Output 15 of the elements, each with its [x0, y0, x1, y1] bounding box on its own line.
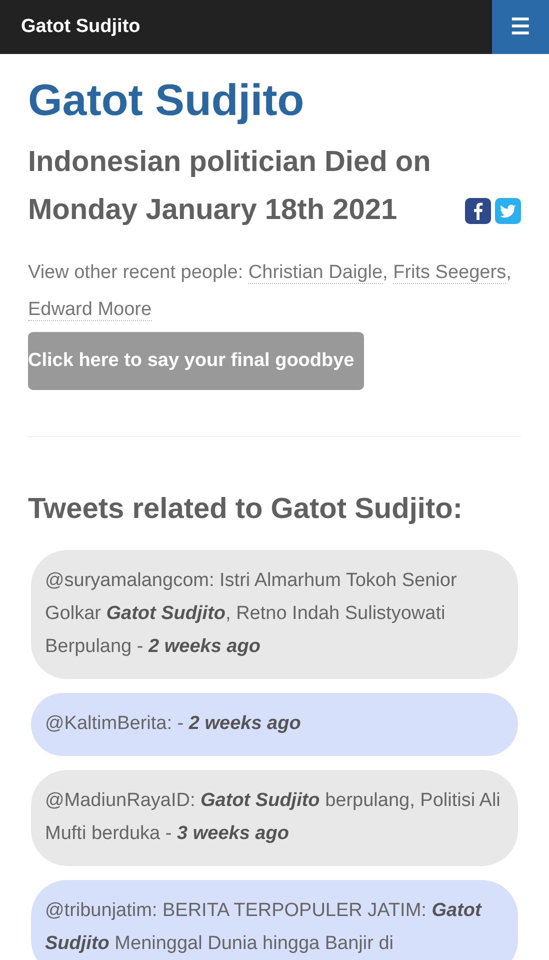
goodbye-button[interactable]: Click here to say your final goodbye — [28, 332, 364, 390]
subtitle: Indonesian politician Died on Monday January 18th 2021 — [28, 145, 432, 228]
tweet-text: @MadiunRayaID: Gatot Sudjito berpulang, Politisi Ali Mufti berduka - 3 weeks ago — [45, 790, 500, 844]
tweet-text: @suryamalangcom: Istri Almarhum Tokoh Senior Golkar Gatot Sudjito, Retno Indah Sulistyowati Berpulang - 2 weeks ago — [45, 570, 457, 657]
site-brand[interactable]: Gatot Sudjito — [21, 16, 140, 38]
menu-button[interactable]: ☰ — [492, 0, 549, 54]
tweet-text: @tribunjatim: BERITA TERPOPULER JATIM: Gatot Sudjito Meninggal Dunia hingga Banjir di — [45, 900, 482, 954]
facebook-icon[interactable] — [465, 198, 491, 224]
tweet-text: @KaltimBerita: - 2 weeks ago — [45, 713, 301, 734]
person-link[interactable]: Christian Daigle — [248, 262, 383, 284]
person-link[interactable]: Frits Seegers — [393, 262, 506, 284]
section-heading: Tweets related to Gatot Sudjito: — [28, 493, 464, 526]
person-link[interactable]: Edward Moore — [28, 299, 152, 321]
page-title: Gatot Sudjito — [28, 76, 306, 126]
recent-people-text: View other recent people: Christian Daigle, Frits Seegers, Edward Moore — [28, 261, 512, 323]
